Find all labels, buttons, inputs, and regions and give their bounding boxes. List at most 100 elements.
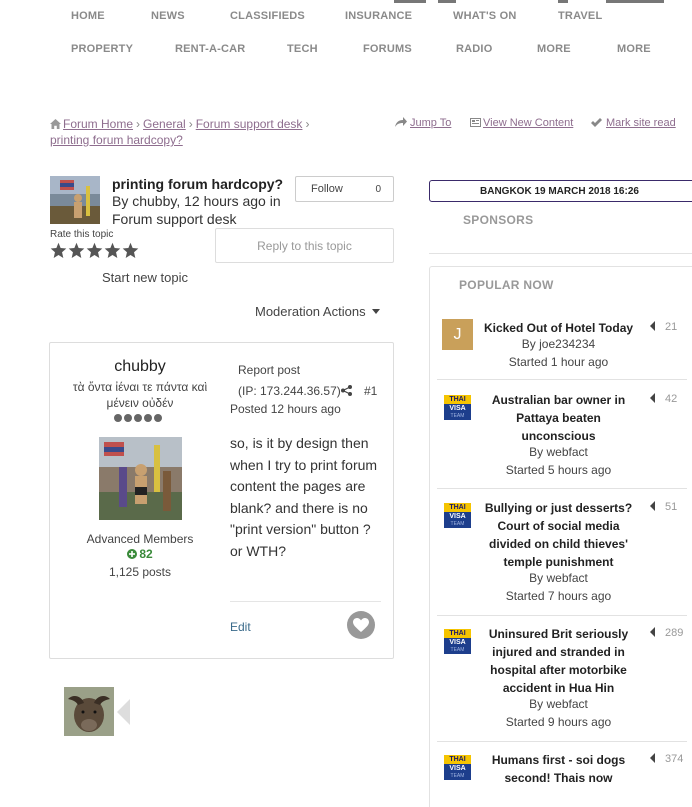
nav-rent-a-car[interactable]: RENT-A-CAR [175,43,245,55]
breadcrumb-forum-home[interactable]: Forum Home [63,117,133,131]
popular-item-title[interactable]: Humans first - soi dogs second! Thais no… [481,751,636,787]
popular-item-title[interactable]: Uninsured Brit seriously injured and str… [481,625,636,697]
nav-cutoff-item [438,0,456,3]
nav-cutoff-item [558,0,568,3]
popular-item-title[interactable]: Kicked Out of Hotel Today [481,319,636,337]
nav-whats-on[interactable]: WHAT'S ON [453,10,516,22]
breadcrumb-current[interactable]: printing forum hardcopy? [50,133,183,147]
comment-count: 289 [650,627,683,639]
view-new-content-link[interactable]: View New Content [470,117,573,129]
nav-tech[interactable]: TECH [287,43,318,55]
thaivisa-logo-icon: THAI VISA TEAM [442,751,473,782]
comment-count: 374 [650,753,683,765]
report-post-link[interactable]: Report post [238,363,300,377]
caret-down-icon [372,309,381,314]
thaivisa-logo-icon: THAI VISA TEAM [442,391,473,422]
star-icon[interactable] [86,242,103,259]
thaivisa-logo-icon: THAI VISA TEAM [442,625,473,656]
popular-item-started: Started 1 hour ago [508,355,609,369]
star-icon[interactable] [122,242,139,259]
author-name[interactable]: chubby [50,358,230,376]
jump-to-icon [395,117,407,127]
breadcrumb-forum-support[interactable]: Forum support desk [196,117,303,131]
item-separator [437,741,687,742]
nav-travel[interactable]: TRAVEL [558,10,602,22]
checkmark-icon [591,118,602,127]
like-button[interactable] [347,611,375,639]
rate-label: Rate this topic [50,229,114,240]
item-separator [437,379,687,380]
breadcrumb: Forum Home › General › Forum support desk › pr… [50,116,350,148]
user-avatar-j[interactable]: J [442,319,473,350]
mark-read-label: Mark site read [606,117,676,129]
popular-item[interactable]: THAI VISA TEAM Uninsured Brit seriously in… [437,625,687,742]
popular-item-title[interactable]: Australian bar owner in Pattaya beaten u… [481,391,636,445]
topic-author-thumbnail[interactable] [50,176,100,224]
author-group: Advanced Members [86,532,194,546]
star-rating[interactable] [50,242,139,259]
reputation-value: 82 [139,547,153,561]
author-avatar-photo-icon [99,437,182,520]
moderation-label: Moderation Actions [255,304,366,319]
post-ip: (IP: 173.244.36.57) [238,384,341,398]
sidebar-divider [429,253,692,254]
reply-to-topic-button[interactable]: Reply to this topic [215,228,394,263]
nav-insurance[interactable]: INSURANCE [345,10,412,22]
star-icon[interactable] [104,242,121,259]
popular-item-author: By webfact [529,571,588,585]
nav-more[interactable]: MORE [537,43,571,55]
nav-forums[interactable]: FORUMS [363,43,412,55]
nav-cutoff-item [606,0,664,3]
thaivisa-logo-icon: THAI VISA TEAM [442,499,473,530]
post-date: Posted 12 hours ago [230,402,341,416]
start-new-topic-link[interactable]: Start new topic [102,270,188,285]
view-new-icon [470,118,481,127]
reply-user-avatar[interactable] [64,687,114,736]
star-icon[interactable] [50,242,67,259]
follow-count: 0 [375,184,381,195]
mark-site-read-link[interactable]: Mark site read [591,117,676,129]
post-body: so, is it by design then when I try to p… [230,435,378,559]
popular-item-started: Started 9 hours ago [505,715,612,729]
popular-item-author: By joe234234 [521,337,596,351]
jump-to-link[interactable]: Jump To [395,117,451,129]
nav-radio[interactable]: RADIO [456,43,492,55]
breadcrumb-separator: › [136,117,141,131]
nav-cutoff-item [394,0,426,3]
edit-post-link[interactable]: Edit [230,620,251,634]
jump-to-label: Jump To [410,117,452,129]
popular-now-heading: POPULAR NOW [459,278,554,292]
nav-classifieds[interactable]: CLASSIFIEDS [230,10,305,22]
breadcrumb-separator: › [188,117,193,131]
author-motto: τὰ ὄντα ἰέναι τε πάντα καὶ μένειν οὐδέν [72,380,208,410]
post-number-link[interactable]: #1 [364,384,377,398]
share-icon[interactable] [341,385,352,396]
popular-item[interactable]: THAI VISA TEAM Humans first - soi dogs sec… [437,751,687,807]
breadcrumb-general[interactable]: General [143,117,186,131]
sponsors-heading: SPONSORS [463,213,534,227]
item-separator [437,615,687,616]
nav-news[interactable]: NEWS [151,10,185,22]
follow-label: Follow [311,183,343,195]
topic-title: printing forum hardcopy? [112,176,284,192]
popular-item-author: By webfact [529,697,588,711]
comment-count: 42 [650,393,677,405]
nav-more-2[interactable]: MORE [617,43,651,55]
popular-item[interactable]: THAI VISA TEAM Australian bar owner in Pat… [437,391,687,489]
reply-label: Reply to this topic [257,239,352,253]
moderation-actions-menu[interactable]: Moderation Actions [255,304,381,319]
author-avatar[interactable] [99,437,182,520]
author-photo-icon [50,176,100,224]
home-icon [50,119,61,129]
plus-circle-icon [127,549,138,559]
follow-button[interactable]: Follow 0 [295,176,394,202]
nav-home[interactable]: HOME [71,10,105,22]
nav-property[interactable]: PROPERTY [71,43,133,55]
popular-item[interactable]: J Kicked Out of Hotel Today By joe234234… [437,319,687,380]
top-nav: HOME NEWS CLASSIFIEDS INSURANCE WHAT'S O… [0,0,692,66]
popular-item-title[interactable]: Bullying or just desserts? Court of soci… [481,499,636,571]
popular-item[interactable]: THAI VISA TEAM Bullying or just desserts? … [437,499,687,616]
reply-pointer-arrow [117,699,130,725]
star-icon[interactable] [68,242,85,259]
topic-meta: By chubby, 12 hours ago in Forum support… [112,193,281,227]
